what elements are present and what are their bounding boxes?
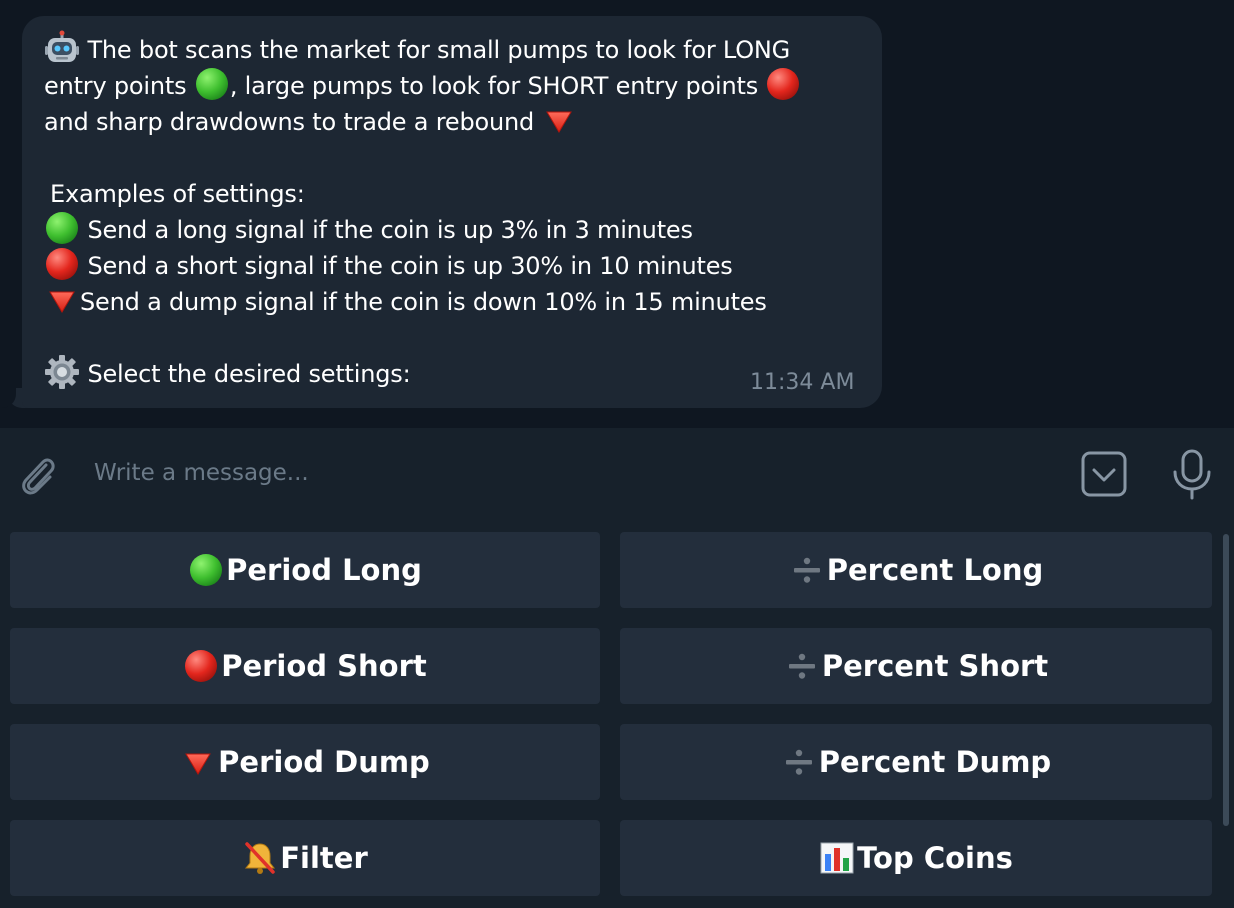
bot-keyboard-toggle-icon[interactable] — [1080, 450, 1128, 498]
period-dump-button[interactable]: Period Dump — [10, 724, 600, 800]
gear-icon — [44, 354, 80, 390]
percent-short-button[interactable]: Percent Short — [620, 628, 1212, 704]
divide-icon — [781, 744, 817, 780]
divide-icon — [789, 552, 825, 588]
button-label: Percent Long — [826, 553, 1044, 587]
red-circle-icon — [765, 66, 801, 102]
message-text: Send a long signal if the coin is up 3% … — [87, 216, 693, 244]
message-line-5: Send a long signal if the coin is up 3% … — [44, 212, 693, 249]
button-label: Top Coins — [857, 841, 1013, 875]
message-line-8: Select the desired settings: — [44, 354, 411, 393]
message-text: Select the desired settings: — [87, 360, 411, 388]
percent-dump-button[interactable]: Percent Dump — [620, 724, 1212, 800]
message-timestamp: 11:34 AM — [750, 370, 855, 395]
red-triangle-down-icon — [44, 282, 80, 318]
period-short-button[interactable]: Period Short — [10, 628, 600, 704]
red-triangle-down-icon — [180, 744, 216, 780]
button-label: Filter — [280, 841, 368, 875]
red-circle-icon — [183, 648, 219, 684]
button-label: Percent Dump — [818, 745, 1052, 779]
green-circle-icon — [44, 210, 80, 246]
message-text: Send a short signal if the coin is up 30… — [87, 252, 733, 280]
message-line-1: The bot scans the market for small pumps… — [44, 32, 790, 69]
button-label: Period Long — [226, 553, 422, 587]
bar-chart-icon — [819, 840, 855, 876]
button-label: Period Dump — [218, 745, 430, 779]
percent-long-button[interactable]: Percent Long — [620, 532, 1212, 608]
top-coins-button[interactable]: Top Coins — [620, 820, 1212, 896]
button-label: Period Short — [221, 649, 427, 683]
message-line-6: Send a short signal if the coin is up 30… — [44, 248, 733, 285]
message-line-3: and sharp drawdowns to trade a rebound — [44, 104, 577, 141]
period-long-button[interactable]: Period Long — [10, 532, 600, 608]
message-text: and sharp drawdowns to trade a rebound — [44, 108, 542, 136]
filter-button[interactable]: Filter — [10, 820, 600, 896]
paperclip-icon[interactable] — [16, 451, 60, 499]
message-line-2: entry points , large pumps to look for S… — [44, 68, 801, 105]
robot-icon — [44, 30, 80, 66]
message-line-7: Send a dump signal if the coin is down 1… — [44, 284, 767, 321]
bell-slash-icon — [242, 840, 278, 876]
message-text: Examples of settings: — [50, 180, 305, 208]
microphone-icon[interactable] — [1170, 448, 1214, 500]
message-text: entry points — [44, 72, 194, 100]
green-circle-icon — [188, 552, 224, 588]
red-triangle-down-icon — [541, 102, 577, 138]
keyboard-scrollbar[interactable] — [1223, 534, 1229, 826]
message-text: , large pumps to look for SHORT entry po… — [229, 72, 766, 100]
message-text: Send a dump signal if the coin is down 1… — [80, 288, 767, 316]
divide-icon — [784, 648, 820, 684]
message-input[interactable] — [94, 450, 1054, 496]
green-circle-icon — [194, 66, 230, 102]
button-label: Percent Short — [821, 649, 1049, 683]
red-circle-icon — [44, 246, 80, 282]
message-text: The bot scans the market for small pumps… — [87, 36, 791, 64]
message-line-4: Examples of settings: — [50, 176, 305, 212]
